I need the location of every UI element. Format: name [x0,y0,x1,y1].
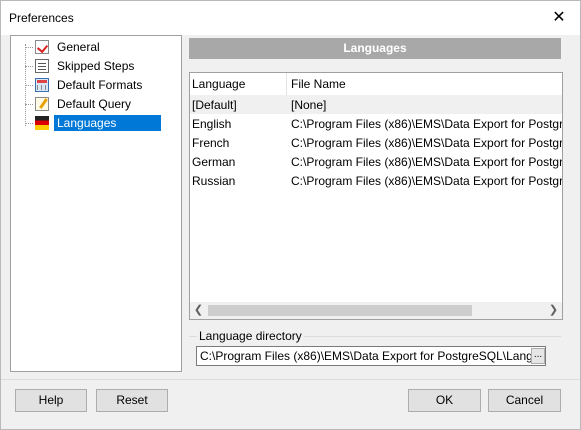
cell-file-name: C:\Program Files (x86)\EMS\Data Export f… [291,174,563,188]
cell-file-name: C:\Program Files (x86)\EMS\Data Export f… [291,155,563,169]
scroll-right-icon[interactable]: ❯ [545,302,562,319]
cell-language: German [192,155,236,169]
tree-item-label: Default Query [57,97,132,111]
cell-language: English [192,117,232,131]
cell-language: Russian [192,174,236,188]
table-row[interactable]: English C:\Program Files (x86)\EMS\Data … [190,114,562,133]
tree-item-default-formats[interactable]: Default Formats [25,76,145,94]
browse-button[interactable]: ... [531,348,545,364]
default-formats-icon [35,78,49,92]
scroll-left-icon[interactable]: ❮ [190,302,207,319]
preferences-dialog: Preferences ✕ General Skipped Steps Defa… [0,0,581,430]
cell-file-name: [None] [291,98,327,112]
footer-divider [1,379,580,380]
tree-item-skipped-steps[interactable]: Skipped Steps [25,57,137,75]
title-bar: Preferences ✕ [1,1,580,35]
table-row[interactable]: French C:\Program Files (x86)\EMS\Data E… [190,133,562,152]
table-row[interactable]: [Default] [None] [190,95,562,114]
tree-item-default-query[interactable]: Default Query [25,95,134,113]
ok-button[interactable]: OK [408,389,481,412]
language-directory-input[interactable]: C:\Program Files (x86)\EMS\Data Export f… [196,346,546,366]
panel-header: Languages [189,38,561,59]
cell-file-name: C:\Program Files (x86)\EMS\Data Export f… [291,136,563,150]
tree-item-label: Skipped Steps [57,59,135,73]
cell-file-name: C:\Program Files (x86)\EMS\Data Export f… [291,117,563,131]
tree-item-label: Languages [54,115,162,131]
horizontal-scrollbar[interactable]: ❮ ❯ [190,302,562,319]
scrollbar-thumb[interactable] [208,305,472,316]
skipped-steps-icon [35,59,49,73]
reset-button[interactable]: Reset [96,389,168,412]
table-row[interactable]: Russian C:\Program Files (x86)\EMS\Data … [190,171,562,190]
general-icon [35,40,49,54]
language-directory-label: Language directory [197,329,304,343]
default-query-icon [35,97,49,111]
window-title: Preferences [9,11,74,25]
tree-item-languages[interactable]: Languages [25,114,162,132]
close-icon[interactable]: ✕ [550,9,568,27]
table-header: Language File Name [190,73,562,96]
languages-flag-icon [35,116,49,130]
tree-item-label: General [57,40,100,54]
column-header-language[interactable]: Language [192,77,245,91]
cell-language: [Default] [192,98,237,112]
tree-item-general[interactable]: General [25,38,103,56]
table-row[interactable]: German C:\Program Files (x86)\EMS\Data E… [190,152,562,171]
cancel-button[interactable]: Cancel [488,389,561,412]
preferences-tree: General Skipped Steps Default Formats De… [10,35,182,372]
tree-item-label: Default Formats [57,78,143,92]
cell-language: French [192,136,230,150]
column-header-file-name[interactable]: File Name [291,77,346,91]
languages-table: Language File Name [Default] [None] Engl… [189,72,563,320]
help-button[interactable]: Help [15,389,87,412]
